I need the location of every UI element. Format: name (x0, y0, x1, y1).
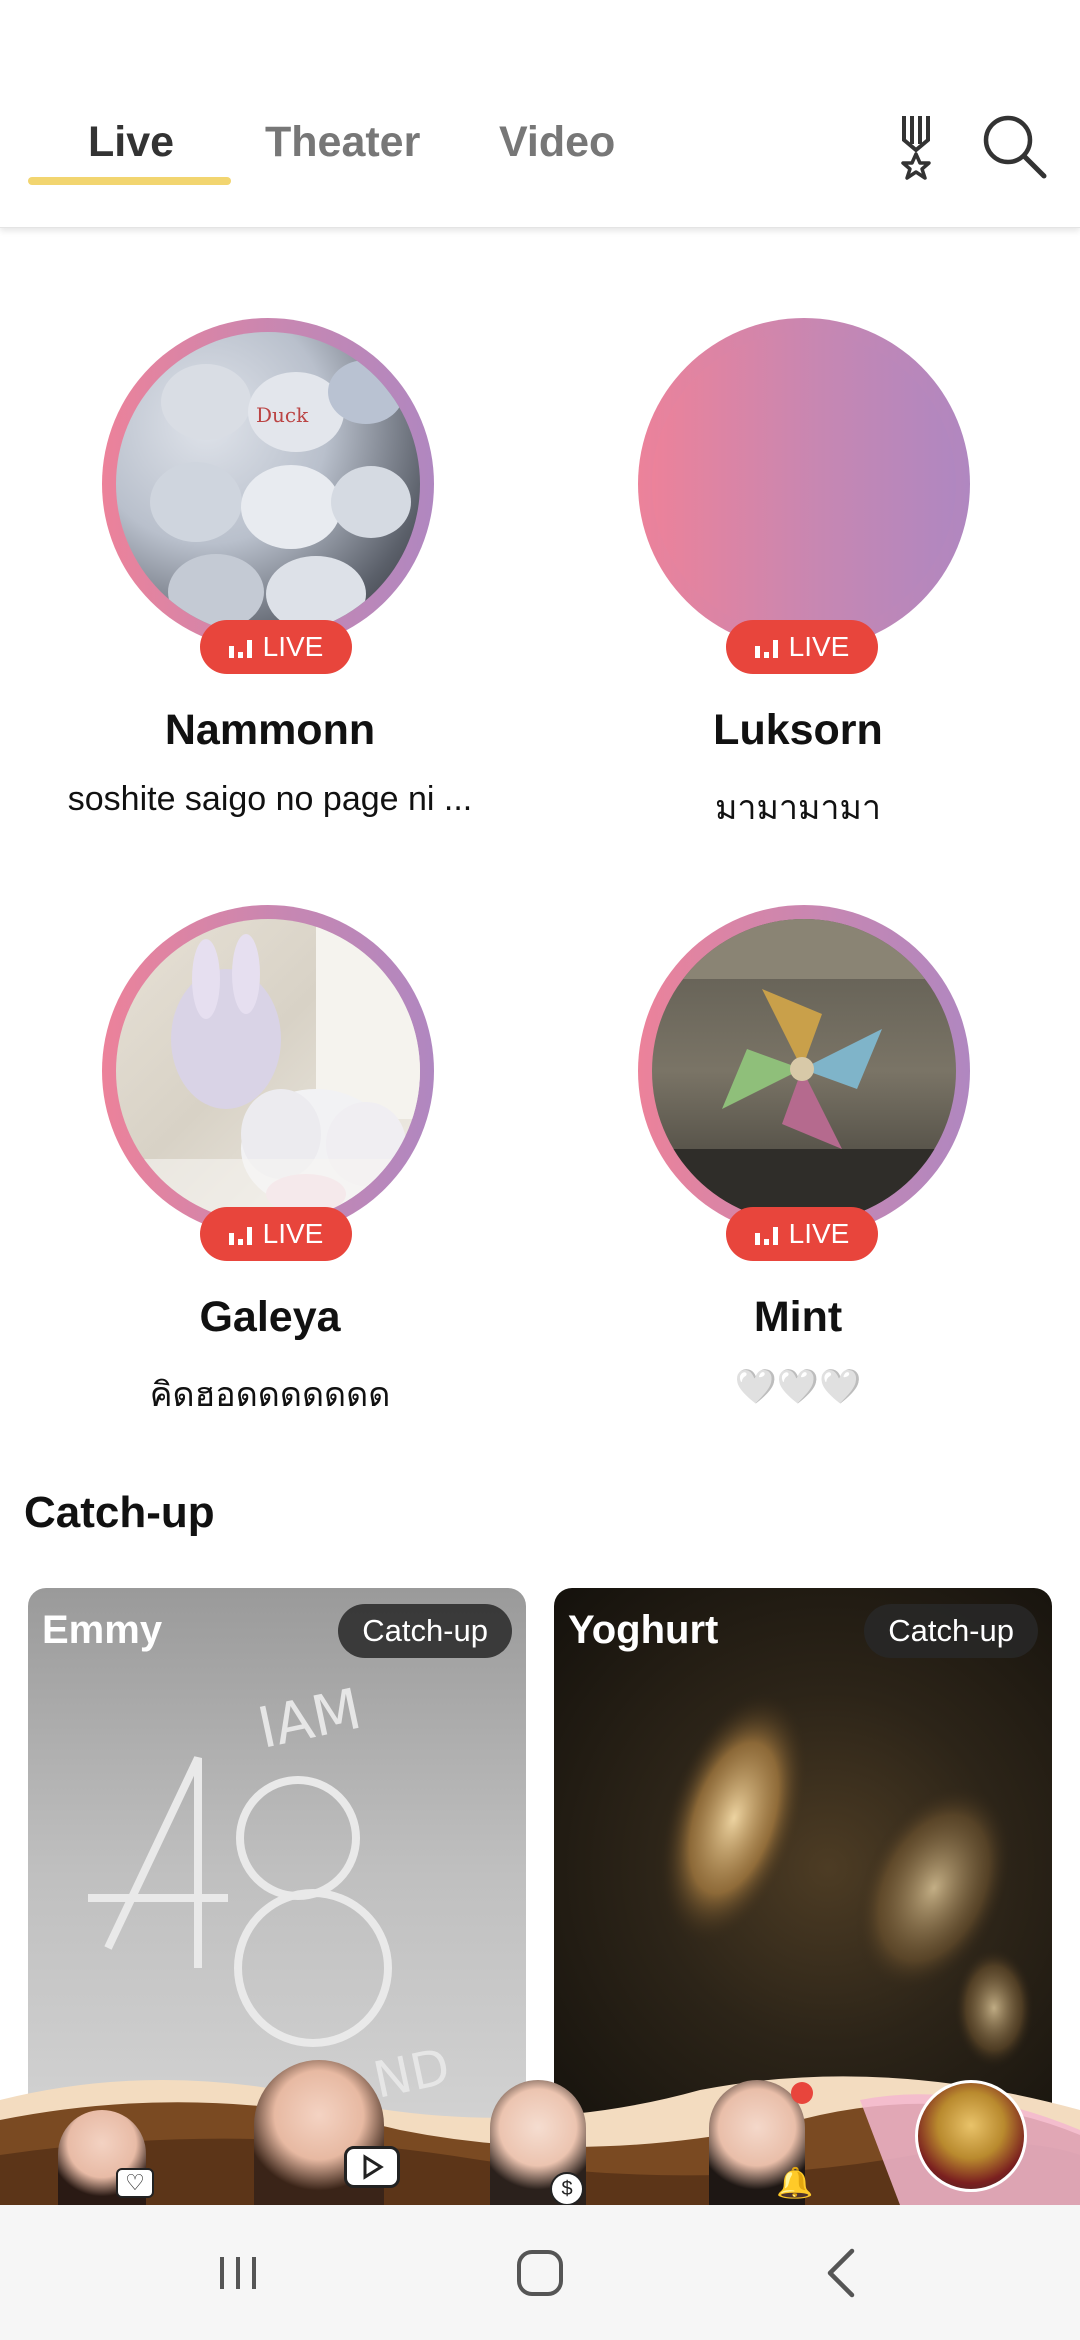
stream-title: 🤍🤍🤍 (734, 1367, 862, 1407)
live-badge-label: LIVE (788, 631, 850, 662)
live-badge: LIVE (726, 1207, 878, 1261)
recent-apps-icon[interactable] (202, 2237, 274, 2309)
shortcut-favorites[interactable]: ♡ (48, 2110, 158, 2205)
top-bar: Live Theater Video (0, 0, 1080, 228)
live-card-mint[interactable]: LIVE Mint 🤍🤍🤍 (540, 905, 1080, 1465)
stream-title: คิดฮอดดดดดดด (149, 1376, 391, 1414)
catchup-badge: Catch-up (864, 1604, 1038, 1658)
search-icon[interactable] (978, 110, 1050, 182)
live-card-nammonn[interactable]: Duck LIVE Nammonn soshite saigo no page … (0, 318, 540, 878)
avatar[interactable] (102, 905, 434, 1237)
svg-text:Duck: Duck (256, 403, 309, 427)
shortcut-notifications[interactable]: 🔔 (695, 2080, 825, 2205)
catchup-badge: Catch-up (338, 1604, 512, 1658)
live-card-luksorn[interactable]: LIVE Luksorn มามามามา (540, 318, 1080, 878)
live-bars-icon (228, 1223, 253, 1245)
live-badge: LIVE (726, 620, 878, 674)
streamer-name: Nammonn (164, 706, 376, 754)
streamer-name: Mint (753, 1293, 843, 1341)
catchup-section-title: Catch-up (24, 1488, 215, 1537)
heart-icon: ♡ (116, 2168, 154, 2198)
stream-title: soshite saigo no page ni ... (67, 780, 473, 818)
avatar[interactable] (638, 905, 970, 1237)
active-tab-indicator (28, 177, 231, 185)
live-bars-icon (754, 636, 779, 658)
catchup-member-name: Emmy (42, 1608, 163, 1652)
avatar[interactable] (638, 318, 970, 650)
stream-title: มามามามา (714, 789, 881, 827)
live-card-galeya[interactable]: LIVE Galeya คิดฮอดดดดดดด (0, 905, 540, 1465)
tab-theater[interactable]: Theater (265, 118, 420, 167)
back-icon[interactable] (806, 2237, 878, 2309)
catchup-member-name: Yoghurt (568, 1608, 719, 1652)
play-icon (344, 2146, 400, 2188)
medal-icon[interactable] (880, 110, 952, 182)
live-badge-label: LIVE (788, 1218, 850, 1249)
app-screen: Live Theater Video Duck LIVE Nammonn sos… (0, 0, 1080, 2340)
live-badge: LIVE (200, 1207, 352, 1261)
live-badge-label: LIVE (262, 1218, 324, 1249)
streamer-name: Galeya (199, 1293, 341, 1341)
live-bars-icon (228, 636, 253, 658)
home-icon[interactable] (504, 2237, 576, 2309)
live-badge: LIVE (200, 620, 352, 674)
notification-dot (791, 2082, 813, 2104)
mascot-shortcut-bar: ♡ $ 🔔 (0, 2060, 1080, 2205)
tab-live[interactable]: Live (88, 118, 174, 167)
coin-icon: $ (550, 2172, 584, 2205)
streamer-name: Luksorn (713, 706, 883, 754)
tab-video[interactable]: Video (499, 118, 615, 167)
live-badge-label: LIVE (262, 631, 324, 662)
live-bars-icon (754, 1223, 779, 1245)
avatar[interactable]: Duck (102, 318, 434, 650)
shortcut-video[interactable] (240, 2060, 400, 2205)
svg-text:IAM: IAM (252, 1677, 366, 1762)
shortcut-coins[interactable]: $ (478, 2080, 598, 2205)
bell-icon: 🔔 (776, 2167, 814, 2200)
profile-avatar[interactable] (915, 2080, 1027, 2192)
system-nav-bar (0, 2205, 1080, 2340)
